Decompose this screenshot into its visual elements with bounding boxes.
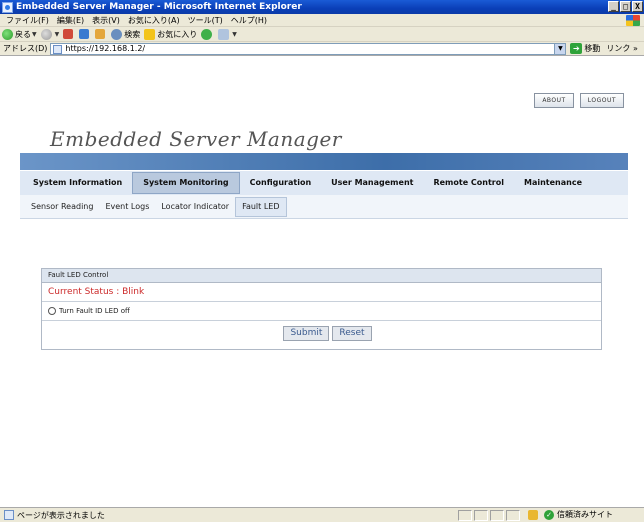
- refresh-button[interactable]: [79, 29, 91, 39]
- history-button[interactable]: [201, 28, 214, 40]
- back-arrow-icon: [2, 28, 13, 40]
- security-zone[interactable]: ✓ 信頼済みサイト: [544, 509, 613, 520]
- go-arrow-icon: ➔: [570, 43, 583, 54]
- menu-tools[interactable]: ツール(T): [184, 15, 227, 26]
- url-text: https://192.168.1.2/: [65, 44, 146, 53]
- dropdown-arrow-icon: ▼: [54, 30, 60, 38]
- about-button[interactable]: ABOUT: [534, 93, 574, 108]
- zone-label: 信頼済みサイト: [557, 510, 613, 519]
- tab-system-information[interactable]: System Information: [23, 172, 132, 194]
- dropdown-arrow-icon: ▼: [32, 30, 37, 38]
- tab-system-monitoring[interactable]: System Monitoring: [132, 172, 240, 194]
- favorites-button[interactable]: お気に入り: [144, 28, 198, 40]
- window-controls: _ □ X: [608, 1, 643, 12]
- window-title: Embedded Server Manager - Microsoft Inte…: [16, 2, 302, 12]
- logout-button[interactable]: LOGOUT: [579, 93, 624, 108]
- tab-configuration[interactable]: Configuration: [240, 172, 322, 194]
- address-label: アドレス(D): [3, 44, 48, 53]
- option-row[interactable]: Turn Fault ID LED off: [42, 302, 601, 321]
- favorites-label: お気に入り: [157, 29, 198, 39]
- menu-edit[interactable]: 編集(E): [53, 15, 88, 26]
- status-bar: ページが表示されました ✓ 信頼済みサイト: [0, 507, 644, 522]
- mail-icon: [218, 28, 230, 40]
- refresh-icon: [79, 29, 90, 39]
- subtab-sensor-reading[interactable]: Sensor Reading: [25, 197, 99, 217]
- tab-maintenance[interactable]: Maintenance: [514, 172, 592, 194]
- back-button[interactable]: 戻る ▼: [2, 28, 37, 40]
- menu-view[interactable]: 表示(V): [88, 15, 124, 26]
- go-label: 移動: [584, 44, 601, 53]
- tab-user-management[interactable]: User Management: [321, 172, 423, 194]
- mail-button[interactable]: ▼: [218, 28, 237, 40]
- subtab-locator-indicator[interactable]: Locator Indicator: [155, 197, 235, 217]
- forward-arrow-icon: [40, 28, 52, 40]
- history-icon: [201, 28, 213, 40]
- fault-led-off-radio[interactable]: [48, 307, 56, 315]
- browser-toolbar: 戻る ▼ ▼ 検索 お気に入り ▼: [0, 27, 644, 42]
- stop-button[interactable]: [63, 29, 75, 39]
- home-button[interactable]: [95, 29, 107, 39]
- reset-button[interactable]: Reset: [332, 325, 372, 341]
- ie-app-icon: [2, 1, 13, 13]
- status-cells: [458, 510, 520, 521]
- search-icon: [111, 28, 123, 40]
- header-band: [20, 153, 628, 170]
- brand-title: Embedded Server Manager: [50, 127, 342, 151]
- main-nav: System Information System Monitoring Con…: [20, 171, 628, 195]
- status-cell: [458, 510, 472, 521]
- search-button[interactable]: 検索: [111, 28, 141, 40]
- tab-remote-control[interactable]: Remote Control: [423, 172, 514, 194]
- home-icon: [95, 29, 106, 39]
- menu-help[interactable]: ヘルプ(H): [227, 15, 271, 26]
- links-button[interactable]: リンク »: [606, 43, 637, 54]
- sub-nav: Sensor Reading Event Logs Locator Indica…: [20, 195, 628, 219]
- status-message: ページが表示されました: [17, 510, 105, 520]
- menu-favorites[interactable]: お気に入り(A): [124, 15, 184, 26]
- current-status: Current Status : Blink: [48, 287, 145, 297]
- status-cell: [506, 510, 520, 521]
- url-dropdown-button[interactable]: ▼: [554, 43, 566, 54]
- go-button[interactable]: ➔ 移動: [570, 43, 600, 54]
- minimize-button[interactable]: _: [608, 1, 619, 12]
- status-cell: [490, 510, 504, 521]
- star-icon: [144, 28, 156, 40]
- panel-title: Fault LED Control: [42, 269, 601, 283]
- fault-led-off-label: Turn Fault ID LED off: [59, 307, 130, 315]
- forward-button[interactable]: ▼: [40, 28, 60, 40]
- stop-icon: [63, 29, 74, 39]
- status-row: Current Status : Blink: [42, 283, 601, 302]
- submit-button[interactable]: Submit: [283, 325, 330, 341]
- panel-actions: Submit Reset: [42, 321, 601, 345]
- check-icon: ✓: [544, 509, 554, 520]
- windows-logo-icon: [626, 15, 640, 26]
- page-icon: [53, 44, 63, 54]
- maximize-button[interactable]: □: [620, 1, 631, 12]
- header-buttons: ABOUT LOGOUT: [534, 93, 624, 108]
- fault-led-panel: Fault LED Control Current Status : Blink…: [41, 268, 602, 350]
- window-title-bar: Embedded Server Manager - Microsoft Inte…: [0, 0, 644, 14]
- url-input[interactable]: https://192.168.1.2/ ▼: [50, 42, 567, 55]
- back-label: 戻る: [15, 29, 31, 39]
- page-done-icon: [4, 510, 14, 520]
- menu-bar: ファイル(F) 編集(E) 表示(V) お気に入り(A) ツール(T) ヘルプ(…: [0, 14, 644, 27]
- subtab-fault-led[interactable]: Fault LED: [235, 196, 287, 217]
- status-cell: [474, 510, 488, 521]
- menu-file[interactable]: ファイル(F): [2, 15, 53, 26]
- lock-icon[interactable]: [528, 510, 538, 520]
- page-content: ABOUT LOGOUT Embedded Server Manager Sys…: [0, 57, 644, 507]
- subtab-event-logs[interactable]: Event Logs: [99, 197, 155, 217]
- search-label: 検索: [124, 29, 141, 39]
- close-button[interactable]: X: [632, 1, 643, 12]
- dropdown-arrow-icon: ▼: [232, 30, 237, 38]
- address-bar: アドレス(D) https://192.168.1.2/ ▼ ➔ 移動 リンク …: [0, 42, 644, 56]
